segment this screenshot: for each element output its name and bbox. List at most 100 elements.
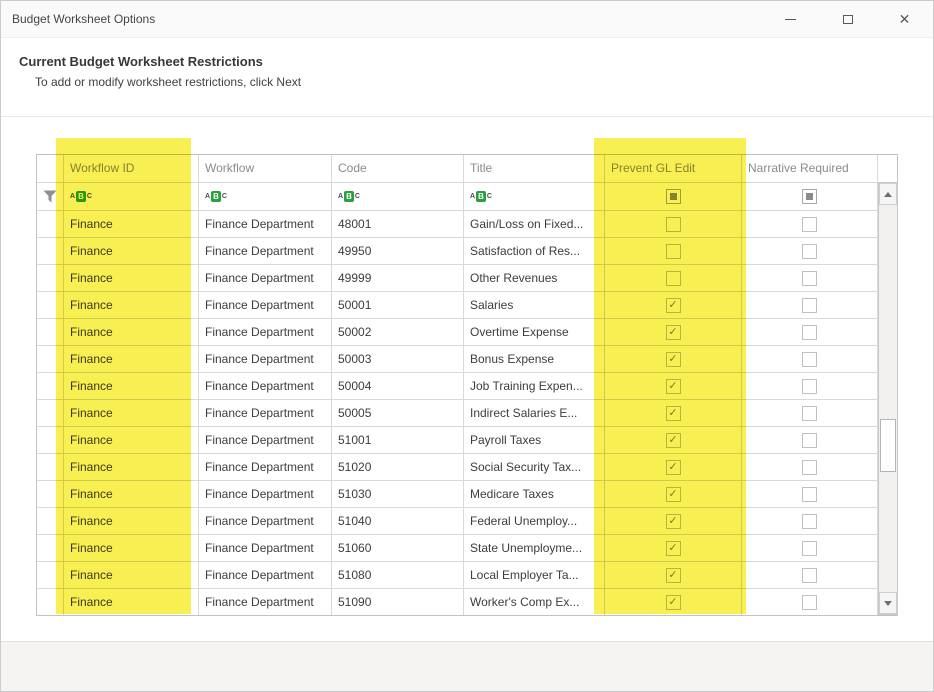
prevent-gl-edit-checkbox[interactable] (666, 325, 681, 340)
scroll-thumb[interactable] (880, 419, 896, 472)
cell-narrative-required[interactable] (742, 535, 877, 561)
cell-narrative-required[interactable] (742, 346, 877, 372)
cell-workflow[interactable]: Finance Department (199, 535, 331, 561)
cell-code[interactable]: 50004 (332, 373, 463, 399)
narrative-required-checkbox[interactable] (802, 568, 817, 583)
cell-row-indicator[interactable] (37, 562, 63, 588)
cell-workflow[interactable]: Finance Department (199, 481, 331, 507)
cell-workflow[interactable]: Finance Department (199, 454, 331, 480)
cell-row-indicator[interactable] (37, 346, 63, 372)
cell-title[interactable]: Social Security Tax... (464, 454, 604, 480)
narrative-required-checkbox[interactable] (802, 352, 817, 367)
cell-row-indicator[interactable] (37, 400, 63, 426)
cell-narrative-required[interactable] (742, 589, 877, 615)
cell-prevent-gl-edit[interactable] (605, 211, 741, 237)
cell-workflow-id[interactable]: Finance (64, 292, 198, 318)
prevent-gl-edit-checkbox[interactable] (666, 217, 681, 232)
cell-workflow[interactable]: Finance Department (199, 319, 331, 345)
cell-workflow-id[interactable]: Finance (64, 373, 198, 399)
cell-code[interactable]: 50002 (332, 319, 463, 345)
prevent-gl-edit-checkbox[interactable] (666, 271, 681, 286)
narrative-required-checkbox[interactable] (802, 379, 817, 394)
cell-workflow-id[interactable]: Finance (64, 454, 198, 480)
cell-code[interactable]: 50003 (332, 346, 463, 372)
cell-workflow-id[interactable]: Finance (64, 481, 198, 507)
narrative-required-checkbox[interactable] (802, 460, 817, 475)
scroll-down-button[interactable] (879, 592, 897, 614)
prevent-gl-edit-checkbox[interactable] (666, 379, 681, 394)
prevent-gl-edit-checkbox[interactable] (666, 568, 681, 583)
cell-workflow-id[interactable]: Finance (64, 535, 198, 561)
cell-narrative-required[interactable] (742, 562, 877, 588)
minimize-button[interactable] (762, 1, 819, 37)
narrative-required-checkbox[interactable] (802, 271, 817, 286)
prevent-gl-edit-checkbox[interactable] (666, 514, 681, 529)
cell-code[interactable]: 51090 (332, 589, 463, 615)
prevent-gl-edit-checkbox[interactable] (666, 595, 681, 610)
cell-title[interactable]: Overtime Expense (464, 319, 604, 345)
narrative-required-checkbox[interactable] (802, 217, 817, 232)
prevent-gl-edit-checkbox[interactable] (666, 244, 681, 259)
filter-cell-narrative-required[interactable] (742, 183, 877, 210)
cell-narrative-required[interactable] (742, 400, 877, 426)
cell-workflow[interactable]: Finance Department (199, 508, 331, 534)
prevent-gl-edit-checkbox[interactable] (666, 433, 681, 448)
prevent-gl-edit-checkbox[interactable] (666, 406, 681, 421)
cell-row-indicator[interactable] (37, 238, 63, 264)
cell-row-indicator[interactable] (37, 481, 63, 507)
cell-code[interactable]: 50005 (332, 400, 463, 426)
cell-code[interactable]: 51001 (332, 427, 463, 453)
cell-narrative-required[interactable] (742, 373, 877, 399)
filter-checkbox-prevent-gl-edit[interactable] (666, 189, 681, 204)
column-header-title[interactable]: Title (464, 155, 604, 182)
narrative-required-checkbox[interactable] (802, 514, 817, 529)
prevent-gl-edit-checkbox[interactable] (666, 487, 681, 502)
cell-workflow-id[interactable]: Finance (64, 265, 198, 291)
cell-prevent-gl-edit[interactable] (605, 400, 741, 426)
cell-narrative-required[interactable] (742, 319, 877, 345)
cell-workflow[interactable]: Finance Department (199, 427, 331, 453)
cell-prevent-gl-edit[interactable] (605, 535, 741, 561)
cell-narrative-required[interactable] (742, 292, 877, 318)
cell-row-indicator[interactable] (37, 319, 63, 345)
narrative-required-checkbox[interactable] (802, 595, 817, 610)
cell-workflow-id[interactable]: Finance (64, 589, 198, 615)
cell-title[interactable]: Satisfaction of Res... (464, 238, 604, 264)
cell-narrative-required[interactable] (742, 481, 877, 507)
filter-cell-title[interactable]: ABC (464, 183, 604, 210)
narrative-required-checkbox[interactable] (802, 244, 817, 259)
cell-row-indicator[interactable] (37, 508, 63, 534)
cell-title[interactable]: Medicare Taxes (464, 481, 604, 507)
cell-row-indicator[interactable] (37, 265, 63, 291)
filter-cell-workflow[interactable]: ABC (199, 183, 331, 210)
cell-row-indicator[interactable] (37, 454, 63, 480)
cell-prevent-gl-edit[interactable] (605, 562, 741, 588)
cell-code[interactable]: 51060 (332, 535, 463, 561)
narrative-required-checkbox[interactable] (802, 541, 817, 556)
filter-cell-indicator[interactable] (37, 183, 63, 210)
narrative-required-checkbox[interactable] (802, 325, 817, 340)
cell-prevent-gl-edit[interactable] (605, 589, 741, 615)
cell-narrative-required[interactable] (742, 265, 877, 291)
cell-prevent-gl-edit[interactable] (605, 508, 741, 534)
cell-workflow-id[interactable]: Finance (64, 211, 198, 237)
prevent-gl-edit-checkbox[interactable] (666, 460, 681, 475)
cell-workflow[interactable]: Finance Department (199, 589, 331, 615)
cell-code[interactable]: 49950 (332, 238, 463, 264)
cell-code[interactable]: 51080 (332, 562, 463, 588)
cell-prevent-gl-edit[interactable] (605, 319, 741, 345)
cell-title[interactable]: Salaries (464, 292, 604, 318)
cell-title[interactable]: Local Employer Ta... (464, 562, 604, 588)
cell-row-indicator[interactable] (37, 535, 63, 561)
close-button[interactable]: ✕ (876, 1, 933, 37)
column-header-code[interactable]: Code (332, 155, 463, 182)
filter-cell-prevent-gl-edit[interactable] (605, 183, 741, 210)
cell-title[interactable]: State Unemployme... (464, 535, 604, 561)
cell-workflow-id[interactable]: Finance (64, 508, 198, 534)
cell-title[interactable]: Bonus Expense (464, 346, 604, 372)
cell-prevent-gl-edit[interactable] (605, 481, 741, 507)
cell-workflow[interactable]: Finance Department (199, 292, 331, 318)
cell-workflow-id[interactable]: Finance (64, 562, 198, 588)
column-header-narrative-required[interactable]: Narrative Required (742, 155, 877, 182)
cell-row-indicator[interactable] (37, 427, 63, 453)
